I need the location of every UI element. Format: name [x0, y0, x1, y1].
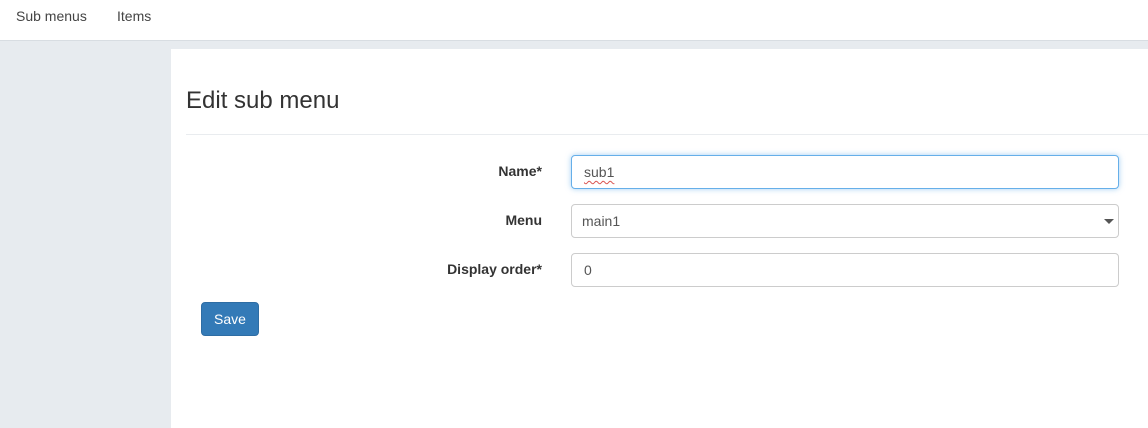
form-row-display-order: Display order* 0: [171, 253, 1148, 287]
page-title: Edit sub menu: [186, 87, 340, 114]
name-label: Name*: [498, 163, 542, 179]
form-row-name: Name* sub1: [171, 155, 1148, 189]
form-row-menu: Menu main1: [171, 204, 1148, 238]
name-input-value: sub1: [584, 164, 615, 180]
display-order-value: 0: [584, 262, 592, 278]
display-order-label: Display order*: [447, 261, 542, 277]
main-content: Edit sub menu Name* sub1 Menu main1 Disp…: [171, 49, 1148, 428]
title-divider: [186, 134, 1148, 135]
menu-select[interactable]: main1: [571, 204, 1119, 238]
name-input[interactable]: sub1: [571, 155, 1119, 189]
top-navbar: Sub menus Items: [0, 0, 1148, 41]
nav-item-items[interactable]: Items: [117, 8, 151, 24]
menu-select-value: main1: [582, 213, 621, 229]
nav-item-sub-menus[interactable]: Sub menus: [16, 8, 87, 24]
save-button[interactable]: Save: [201, 302, 259, 336]
display-order-input[interactable]: 0: [571, 253, 1119, 287]
chevron-down-icon: [1104, 219, 1114, 224]
menu-label: Menu: [505, 212, 542, 228]
sidebar: [0, 49, 171, 428]
